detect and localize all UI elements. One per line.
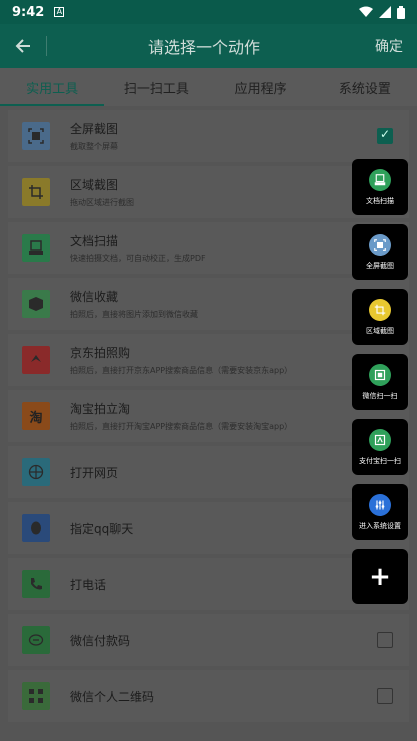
signal-icon <box>379 6 391 18</box>
globe-icon <box>22 458 50 486</box>
item-title: 全屏截图 <box>70 122 119 136</box>
item-title: 指定qq聊天 <box>70 521 134 536</box>
quick-action-button[interactable]: 支付宝扫一扫 <box>352 419 408 475</box>
plus-icon: + <box>369 561 391 592</box>
battery-icon <box>397 5 405 19</box>
quick-action-button[interactable]: 微信扫一扫 <box>352 354 408 410</box>
wifi-icon <box>359 6 373 17</box>
item-title: 打开网页 <box>70 465 119 480</box>
item-title: 微信收藏 <box>70 290 119 304</box>
scan-doc-icon <box>369 168 391 191</box>
quick-action-label: 进入系统设置 <box>359 521 401 530</box>
jd-icon <box>22 346 50 374</box>
taobao-icon: 淘 <box>22 402 50 430</box>
item-subtitle: 快速拍摄文档，可自动校正，生成PDF <box>70 254 206 263</box>
list-item[interactable]: 打电话 <box>8 558 409 610</box>
phone-icon <box>22 570 50 598</box>
back-button[interactable] <box>0 24 46 68</box>
list-item[interactable]: 区域截图拖动区域进行截图 <box>8 166 409 218</box>
list-item[interactable]: 微信个人二维码 <box>8 670 409 722</box>
item-title: 区域截图 <box>70 178 119 192</box>
icon-glyph: 淘 <box>29 410 43 426</box>
item-subtitle: 拍照后，直接打开淘宝APP搜索商品信息（需要安装淘宝app） <box>70 422 293 431</box>
fullscreen-icon <box>22 122 50 150</box>
list-item[interactable]: 全屏截图截取整个屏幕 <box>8 110 409 162</box>
list-item[interactable]: 京东拍照购拍照后，直接打开京东APP搜索商品信息（需要安装京东app） <box>8 334 409 386</box>
item-title: 淘宝拍立淘 <box>70 402 131 416</box>
list-item[interactable]: 淘 淘宝拍立淘拍照后，直接打开淘宝APP搜索商品信息（需要安装淘宝app） <box>8 390 409 442</box>
item-title: 打电话 <box>70 577 107 592</box>
quick-action-label: 文档扫描 <box>366 196 394 205</box>
qrcode-icon <box>22 682 50 710</box>
confirm-button[interactable]: 确定 <box>361 36 417 56</box>
crop-icon <box>22 178 50 206</box>
wechat-icon <box>22 626 50 654</box>
status-bar: 9:42 A <box>0 0 417 24</box>
quick-action-label: 区域截图 <box>366 326 394 335</box>
arrow-left-icon <box>15 39 30 53</box>
item-checkbox[interactable] <box>377 127 393 144</box>
quick-action-label: 支付宝扫一扫 <box>359 456 401 465</box>
list-item[interactable]: 微信收藏拍照后，直接将图片添加到微信收藏 <box>8 278 409 330</box>
item-subtitle: 拍照后，直接将图片添加到微信收藏 <box>70 310 198 319</box>
quick-action-button[interactable]: 文档扫描 <box>352 159 408 215</box>
status-time: 9:42 <box>12 4 45 20</box>
item-texts: 微信付款码 <box>70 632 130 649</box>
item-texts: 淘宝拍立淘拍照后，直接打开淘宝APP搜索商品信息（需要安装淘宝app） <box>70 400 292 432</box>
item-texts: 指定qq聊天 <box>70 520 133 537</box>
quick-action-button[interactable]: 区域截图 <box>352 289 408 345</box>
item-subtitle: 截取整个屏幕 <box>70 142 118 151</box>
tab-tools[interactable]: 实用工具 <box>0 68 105 106</box>
item-subtitle: 拖动区域进行截图 <box>70 198 134 207</box>
item-texts: 微信收藏拍照后，直接将图片添加到微信收藏 <box>70 288 198 320</box>
settings-sliders-icon <box>369 493 391 516</box>
tab-scan-tools[interactable]: 扫一扫工具 <box>104 68 208 106</box>
item-title: 微信个人二维码 <box>70 689 155 704</box>
tab-apps[interactable]: 应用程序 <box>209 68 313 106</box>
page-title: 请选择一个动作 <box>147 38 260 57</box>
item-texts: 微信个人二维码 <box>70 688 154 705</box>
notification-app-icon: A <box>54 7 65 17</box>
tab-system-settings[interactable]: 系统设置 <box>313 68 417 106</box>
qq-icon <box>22 514 50 542</box>
quick-action-label: 全屏截图 <box>366 261 394 270</box>
item-checkbox[interactable] <box>377 688 393 704</box>
alipay-scan-icon <box>369 428 391 451</box>
item-texts: 全屏截图截取整个屏幕 <box>70 120 118 152</box>
item-title: 微信付款码 <box>70 633 131 648</box>
item-texts: 区域截图拖动区域进行截图 <box>70 176 134 208</box>
item-texts: 京东拍照购拍照后，直接打开京东APP搜索商品信息（需要安装京东app） <box>70 344 292 376</box>
wechat-scan-icon <box>369 363 391 386</box>
quick-action-label: 微信扫一扫 <box>362 391 398 400</box>
item-texts: 文档扫描快速拍摄文档，可自动校正，生成PDF <box>70 232 206 264</box>
quick-action-button[interactable]: 进入系统设置 <box>352 484 408 540</box>
item-title: 京东拍照购 <box>70 346 131 360</box>
list-item[interactable]: 文档扫描快速拍摄文档，可自动校正，生成PDF <box>8 222 409 274</box>
item-subtitle: 拍照后，直接打开京东APP搜索商品信息（需要安装京东app） <box>70 366 293 375</box>
item-title: 文档扫描 <box>70 234 119 248</box>
list-item[interactable]: 打开网页 <box>8 446 409 498</box>
app-bar: 请选择一个动作 确定 <box>0 24 417 68</box>
list-item[interactable]: 微信付款码 <box>8 614 409 666</box>
cube-icon <box>22 290 50 318</box>
item-texts: 打开网页 <box>70 464 118 481</box>
item-texts: 打电话 <box>70 576 106 593</box>
quick-action-button[interactable]: 全屏截图 <box>352 224 408 280</box>
crop-icon <box>369 298 391 321</box>
tab-bar: 实用工具 扫一扫工具 应用程序 系统设置 <box>0 68 417 106</box>
scan-doc-icon <box>22 234 50 262</box>
item-checkbox[interactable] <box>377 632 393 648</box>
list-item[interactable]: 指定qq聊天 <box>8 502 409 554</box>
fullscreen-icon <box>369 233 391 256</box>
add-action-button[interactable]: + <box>352 549 408 604</box>
